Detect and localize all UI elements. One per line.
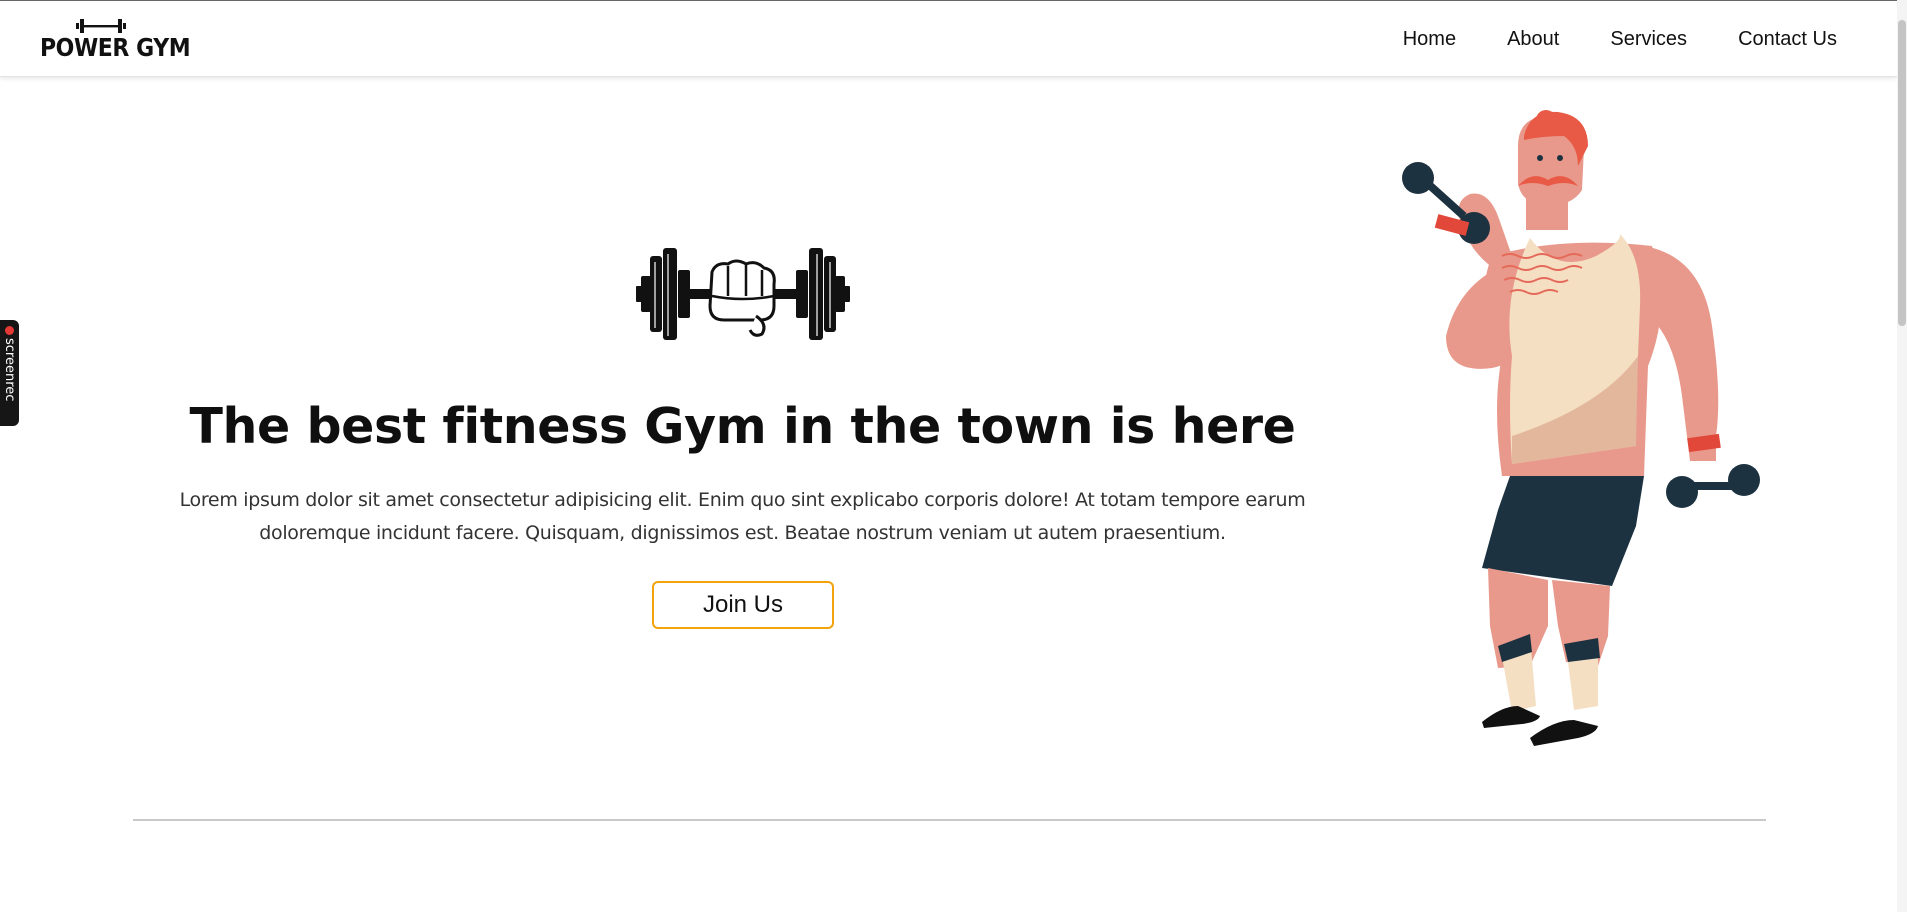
navbar: POWER GYM Home About Services Contact Us	[0, 1, 1897, 77]
hero-description: Lorem ipsum dolor sit amet consectetur a…	[179, 489, 1306, 544]
nav-contact-us[interactable]: Contact Us	[1738, 28, 1837, 51]
section-divider	[133, 819, 1766, 821]
main-nav: Home About Services Contact Us	[1403, 1, 1837, 77]
record-dot-icon	[5, 326, 14, 335]
nav-services[interactable]: Services	[1610, 28, 1687, 51]
nav-home[interactable]: Home	[1403, 28, 1456, 51]
page-scrollbar[interactable]	[1897, 0, 1907, 912]
brand-logo[interactable]: POWER GYM	[40, 17, 191, 63]
hero-title: The best fitness Gym in the town is here	[189, 398, 1296, 455]
nav-about[interactable]: About	[1507, 28, 1559, 51]
scrollbar-thumb[interactable]	[1898, 20, 1906, 326]
muscle-man-illustration	[1352, 106, 1770, 758]
brand-name: POWER GYM	[40, 33, 191, 62]
join-us-button[interactable]: Join Us	[652, 581, 834, 629]
fist-dumbbell-icon	[636, 248, 850, 340]
screenrec-tab[interactable]: screenrec	[0, 320, 19, 426]
screenrec-label: screenrec	[2, 338, 17, 402]
